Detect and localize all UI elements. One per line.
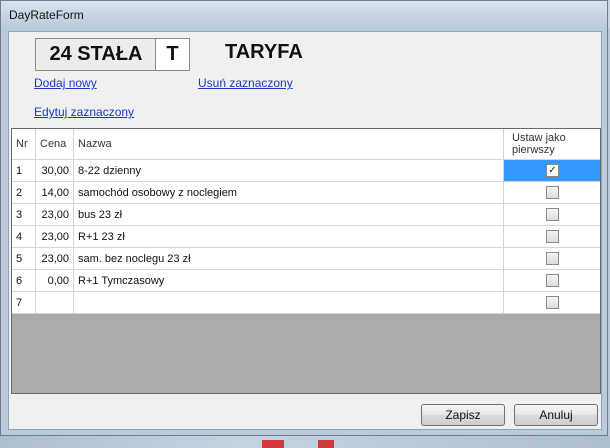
table-row[interactable]: 3 23,00 bus 23 zł xyxy=(12,203,600,226)
taskbar-item xyxy=(262,440,284,448)
taskbar-strip xyxy=(0,436,610,448)
cell-set-first xyxy=(503,291,600,314)
set-first-checkbox[interactable] xyxy=(546,296,559,309)
cell-cena[interactable]: 23,00 xyxy=(35,247,74,270)
column-header-nazwa[interactable]: Nazwa xyxy=(73,129,504,160)
column-header-set-first[interactable]: Ustaw jako pierwszy xyxy=(503,129,600,160)
cell-set-first: ✓ xyxy=(503,159,600,182)
edit-selected-link[interactable]: Edytuj zaznaczony xyxy=(34,105,134,119)
set-first-checkbox[interactable] xyxy=(546,208,559,221)
cell-set-first xyxy=(503,269,600,292)
set-first-checkbox[interactable]: ✓ xyxy=(546,164,559,177)
delete-selected-link[interactable]: Usuń zaznaczony xyxy=(198,76,293,90)
cell-nr[interactable]: 6 xyxy=(12,269,36,292)
add-new-link[interactable]: Dodaj nowy xyxy=(34,76,97,90)
rate-code-label: 24 STAŁA xyxy=(35,38,157,71)
window-title: DayRateForm xyxy=(9,8,84,22)
table-row[interactable]: 5 23,00 sam. bez noclegu 23 zł xyxy=(12,247,600,270)
cell-cena[interactable]: 23,00 xyxy=(35,203,74,226)
table-row[interactable]: 4 23,00 R+1 23 zł xyxy=(12,225,600,248)
taskbar-item xyxy=(318,440,334,448)
cell-cena[interactable]: 23,00 xyxy=(35,225,74,248)
set-first-checkbox[interactable] xyxy=(546,274,559,287)
save-button[interactable]: Zapisz xyxy=(421,404,505,426)
cell-nr[interactable]: 3 xyxy=(12,203,36,226)
dayrate-window: DayRateForm 24 STAŁA T TARYFA Dodaj nowy… xyxy=(0,0,608,436)
table-row[interactable]: 6 0,00 R+1 Tymczasowy xyxy=(12,269,600,292)
cell-set-first xyxy=(503,247,600,270)
cancel-button[interactable]: Anuluj xyxy=(514,404,598,426)
cell-nazwa[interactable]: 8-22 dzienny xyxy=(73,159,504,182)
table-row[interactable]: 7 xyxy=(12,291,600,314)
cell-nazwa[interactable]: bus 23 zł xyxy=(73,203,504,226)
cell-nazwa[interactable] xyxy=(73,291,504,314)
set-first-checkbox[interactable] xyxy=(546,252,559,265)
cell-cena[interactable]: 30,00 xyxy=(35,159,74,182)
rates-grid[interactable]: Nr Cena Nazwa Ustaw jako pierwszy 1 30,00… xyxy=(11,128,601,394)
cell-nr[interactable]: 7 xyxy=(12,291,36,314)
title-bar[interactable]: DayRateForm xyxy=(1,1,607,29)
cell-nazwa[interactable]: R+1 Tymczasowy xyxy=(73,269,504,292)
cell-cena[interactable] xyxy=(35,291,74,314)
cell-nr[interactable]: 5 xyxy=(12,247,36,270)
set-first-checkbox[interactable] xyxy=(546,230,559,243)
cell-set-first xyxy=(503,203,600,226)
cell-nr[interactable]: 2 xyxy=(12,181,36,204)
cell-nazwa[interactable]: R+1 23 zł xyxy=(73,225,504,248)
cell-nr[interactable]: 4 xyxy=(12,225,36,248)
rates-table: Nr Cena Nazwa Ustaw jako pierwszy 1 30,00… xyxy=(12,129,600,314)
form-client-area: 24 STAŁA T TARYFA Dodaj nowy Usuń zaznac… xyxy=(8,31,602,430)
table-row[interactable]: 2 14,00 samochód osobowy z noclegiem xyxy=(12,181,600,204)
cell-nazwa[interactable]: samochód osobowy z noclegiem xyxy=(73,181,504,204)
cell-set-first xyxy=(503,181,600,204)
column-header-nr[interactable]: Nr xyxy=(12,129,36,160)
rate-type-label: T xyxy=(155,38,190,71)
column-header-cena[interactable]: Cena xyxy=(35,129,74,160)
table-row[interactable]: 1 30,00 8-22 dzienny ✓ xyxy=(12,159,600,182)
cell-nr[interactable]: 1 xyxy=(12,159,36,182)
cell-cena[interactable]: 0,00 xyxy=(35,269,74,292)
tariff-title: TARYFA xyxy=(225,41,303,63)
cell-nazwa[interactable]: sam. bez noclegu 23 zł xyxy=(73,247,504,270)
cell-set-first xyxy=(503,225,600,248)
cell-cena[interactable]: 14,00 xyxy=(35,181,74,204)
set-first-checkbox[interactable] xyxy=(546,186,559,199)
grid-header-row: Nr Cena Nazwa Ustaw jako pierwszy xyxy=(12,129,600,160)
